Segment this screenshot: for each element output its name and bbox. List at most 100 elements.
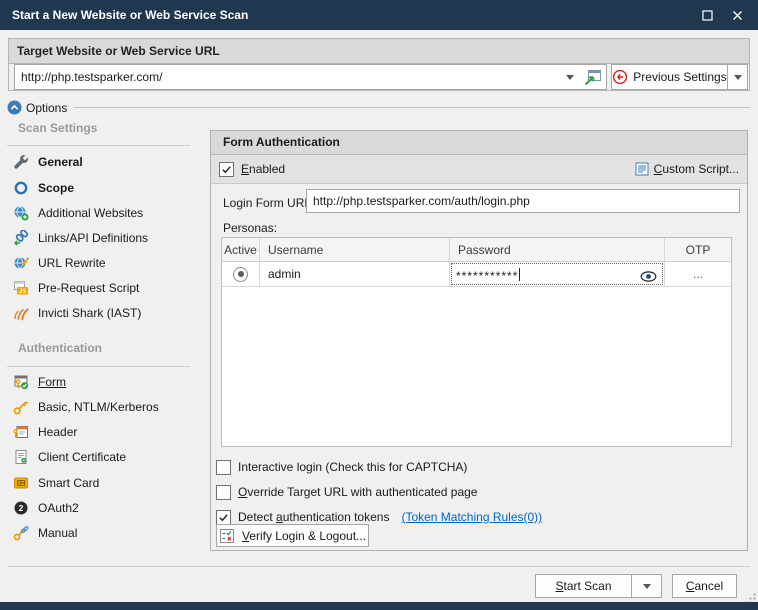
sidebar-item-client-certificate[interactable]: Client Certificate [7,445,203,469]
login-form-url-label: Login Form URL: [223,196,314,210]
globe-pencil-icon [13,255,29,271]
interactive-login-row: Interactive login (Check this for CAPTCH… [216,458,467,476]
previous-settings-icon [612,69,628,85]
enabled-label: Enabled [241,162,285,176]
interactive-login-checkbox[interactable] [216,460,231,475]
sidebar-divider [7,145,190,146]
panel-title: Form Authentication [211,131,747,155]
wrench-icon [13,154,29,170]
personas-label: Personas: [223,221,277,235]
previous-settings-button[interactable]: Previous Settings [611,64,728,90]
sidebar-item-links-api[interactable]: Links/API Definitions [7,226,203,250]
options-label: Options [26,101,67,115]
sidebar-item-form[interactable]: Form [7,370,203,394]
sidebar-section-authentication: Authentication [18,341,102,355]
sidebar-item-manual[interactable]: Manual [7,521,203,545]
override-target-url-row: Override Target URL with authenticated p… [216,483,477,501]
certificate-icon [13,449,29,465]
sidebar-item-header[interactable]: Header [7,420,203,444]
form-authentication-panel: Form Authentication Enabled Custom Scrip… [210,130,748,551]
password-edit-box[interactable]: *********** [451,263,663,285]
otp-cell[interactable]: ... [665,262,731,286]
header-key-icon [13,424,29,440]
close-icon [732,10,743,21]
active-cell[interactable] [222,262,260,286]
sidebar-item-invicti-shark[interactable]: Invicti Shark (IAST) [7,301,203,325]
form-auth-icon [13,374,29,390]
column-header-password[interactable]: Password [450,238,665,261]
detect-tokens-label: Detect authentication tokens [238,510,389,524]
password-cell[interactable]: *********** [450,262,665,286]
globe-plus-icon [13,205,29,221]
shark-fin-icon [13,305,29,321]
active-radio[interactable] [233,267,248,282]
maximize-button[interactable] [692,0,722,30]
enabled-checkbox[interactable] [219,162,234,177]
link-icon [13,230,29,246]
column-header-otp[interactable]: OTP [665,238,731,261]
start-scan-dropdown-button[interactable] [631,574,662,598]
verify-checklist-icon [219,528,235,544]
table-header-row: Active Username Password OTP [222,238,731,262]
target-url-value[interactable]: http://php.testsparker.com/ [15,70,566,84]
window-title: Start a New Website or Web Service Scan [12,8,692,22]
collapse-chevron-icon [7,100,22,115]
login-form-url-input[interactable] [306,189,740,213]
target-url-combo[interactable]: http://php.testsparker.com/ [14,64,607,90]
verify-login-logout-label: Verify Login & Logout... [242,529,366,543]
options-divider [74,107,750,108]
key-icon [13,399,29,415]
script-doc-icon [635,161,649,177]
close-button[interactable] [722,0,752,30]
key-chain-icon [13,525,29,541]
start-scan-label: Start Scan [555,579,611,593]
sidebar-section-scan-settings: Scan Settings [18,121,97,135]
override-target-url-label: Override Target URL with authenticated p… [238,485,477,499]
check-icon [221,164,232,175]
previous-settings-dropdown-button[interactable] [727,64,748,90]
check-icon [218,512,229,523]
sidebar-item-oauth2[interactable]: 2 OAuth2 [7,496,203,520]
personas-table: Active Username Password OTP admin *****… [221,237,732,447]
column-header-username[interactable]: Username [260,238,450,261]
target-group-header: Target Website or Web Service URL [9,39,749,64]
interactive-login-label: Interactive login (Check this for CAPTCH… [238,460,467,474]
title-bar: Start a New Website or Web Service Scan [0,0,758,30]
sidebar-item-pre-request-script[interactable]: JS Pre-Request Script [7,276,203,300]
bottom-window-edge [0,602,758,610]
table-row: admin *********** ... [222,262,731,287]
override-target-url-checkbox[interactable] [216,485,231,500]
start-scan-button[interactable]: Start Scan [535,574,632,598]
custom-script-label: Custom Script... [654,162,739,176]
username-cell[interactable]: admin [260,262,450,286]
reveal-password-eye-icon[interactable] [640,271,657,282]
sidebar-item-scope[interactable]: Scope [7,176,203,200]
sidebar-item-basic-ntlm[interactable]: Basic, NTLM/Kerberos [7,395,203,419]
chevron-down-icon [734,75,742,80]
scan-dialog: Start a New Website or Web Service Scan … [0,0,758,610]
previous-settings-label: Previous Settings [633,70,726,84]
column-header-active[interactable]: Active [222,238,260,261]
open-in-browser-icon[interactable] [583,69,602,86]
sidebar-item-additional-websites[interactable]: Additional Websites [7,201,203,225]
sidebar-item-smart-card[interactable]: Smart Card [7,471,203,495]
cancel-label: Cancel [686,579,723,593]
verify-login-logout-button[interactable]: Verify Login & Logout... [216,524,369,547]
token-matching-rules-link[interactable]: (Token Matching Rules(0)) [401,510,542,524]
oauth2-icon: 2 [13,500,29,516]
chevron-down-icon [643,584,651,589]
scope-ring-icon [13,180,29,196]
detect-tokens-checkbox[interactable] [216,510,231,525]
options-toggle[interactable]: Options [7,100,67,115]
target-url-dropdown-icon[interactable] [566,75,574,80]
sidebar-item-general[interactable]: General [7,150,203,174]
maximize-icon [702,10,713,21]
svg-text:JS: JS [19,288,27,295]
text-caret [519,268,520,281]
cancel-button[interactable]: Cancel [672,574,737,598]
svg-text:2: 2 [19,503,24,513]
custom-script-button[interactable]: Custom Script... [635,161,739,177]
sidebar-item-url-rewrite[interactable]: URL Rewrite [7,251,203,275]
footer-divider [8,566,750,567]
password-masked-value: *********** [456,267,518,281]
